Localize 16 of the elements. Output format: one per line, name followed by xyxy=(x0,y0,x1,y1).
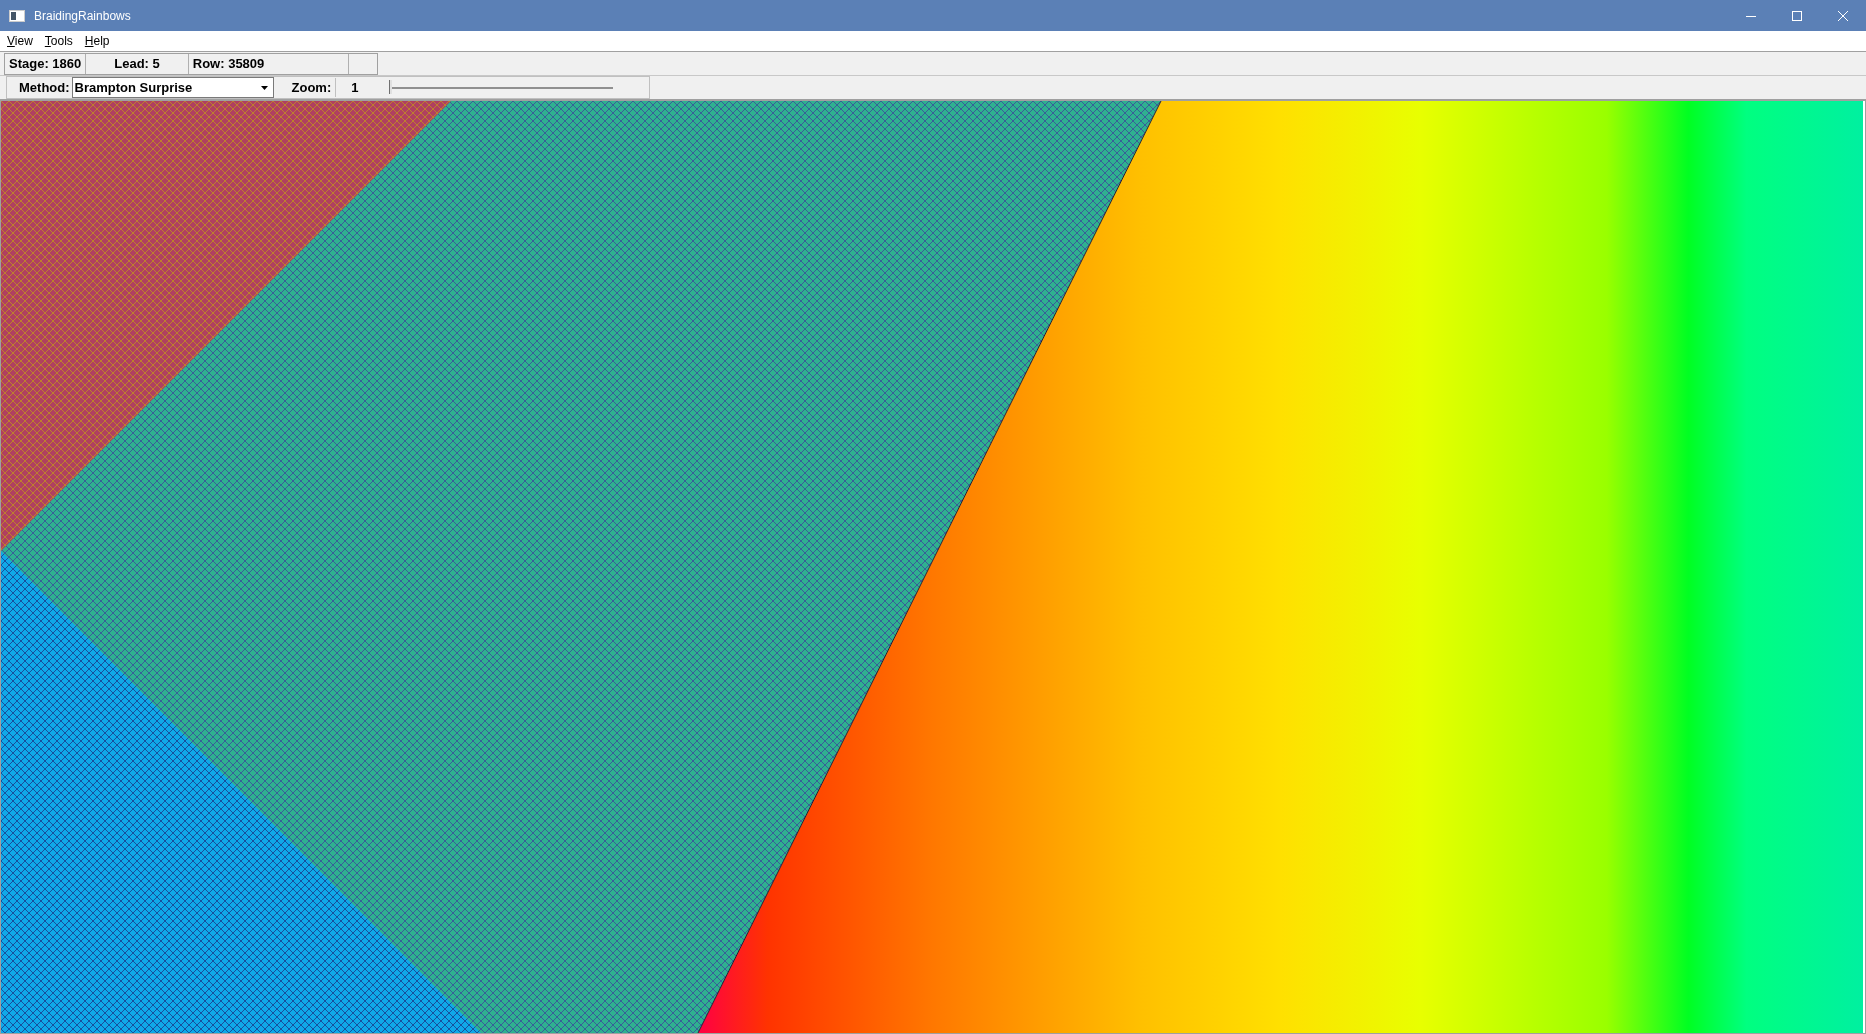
dropdown-arrow-icon xyxy=(260,85,268,90)
method-dropdown[interactable]: Brampton Surprise xyxy=(71,77,274,98)
row-readout: Row: 35809 xyxy=(188,53,349,74)
zoom-label: Zoom: xyxy=(291,78,332,97)
stage-readout: Stage: 1860 xyxy=(5,53,87,74)
menu-item[interactable]: Help xyxy=(84,32,110,50)
method-label: Method: xyxy=(19,78,70,97)
zoom-value: 1 xyxy=(335,77,386,98)
lead-readout: Lead: 5 xyxy=(86,53,189,74)
menu-item[interactable]: View xyxy=(7,32,33,50)
app-icon xyxy=(9,9,25,22)
menu-item[interactable]: Tools xyxy=(44,32,73,50)
close-icon xyxy=(1838,10,1848,21)
window-title: BraidingRainbows xyxy=(34,7,131,25)
maximize-icon xyxy=(1792,10,1802,21)
slider-thumb[interactable] xyxy=(389,79,393,94)
